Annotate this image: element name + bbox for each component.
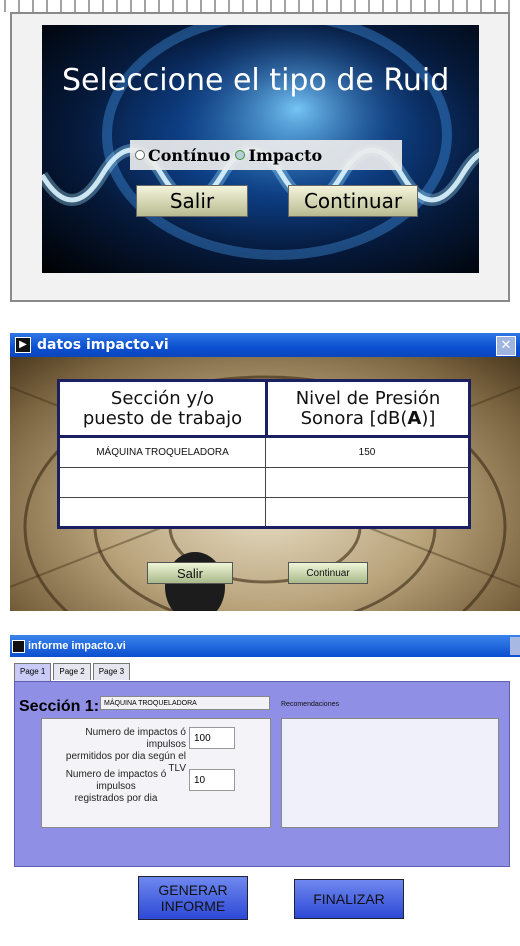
table-row: MÁQUINA TROQUELADORA 150: [60, 438, 468, 468]
impacts-box: Numero de impactos ó impulsos permitidos…: [41, 718, 271, 828]
top-border-dots: [4, 0, 516, 12]
continuar-button[interactable]: Continuar: [288, 185, 418, 217]
section-name-field[interactable]: MÁQUINA TROQUELADORA: [100, 696, 270, 710]
header-nivel-text-a: Sonora [dB(: [300, 407, 408, 429]
generar-informe-line1: GENERAR: [158, 882, 228, 898]
close-icon[interactable]: ✕: [496, 336, 516, 356]
header-nivel-line1: Nivel de Presión: [295, 387, 441, 409]
cell-seccion[interactable]: [60, 498, 266, 527]
header-seccion-line1: Sección y/o: [110, 387, 215, 409]
panel-title: Seleccione el tipo de Ruid: [62, 63, 450, 98]
permitted-impacts-label: Numero de impactos ó impulsos permitidos…: [46, 727, 186, 775]
window-titlebar: ▶ datos impacto.vi ✕: [10, 333, 520, 357]
recommendations-box[interactable]: [281, 718, 499, 828]
radio-continuo-label: Contínuo: [148, 145, 231, 165]
recorded-impacts-label: Numero de impactos ó impulsos registrado…: [46, 769, 186, 805]
radio-impacto[interactable]: Impacto: [230, 146, 322, 165]
tab-page-1[interactable]: Page 1: [14, 663, 52, 682]
generar-informe-line2: INFORME: [160, 898, 226, 914]
permitted-impacts-label-line1: Numero de impactos ó impulsos: [85, 727, 186, 750]
header-nivel-bold: A: [407, 407, 422, 429]
tab-page-3[interactable]: Page 3: [92, 663, 131, 680]
labview-icon: ▶: [15, 337, 31, 353]
header-seccion: Sección y/o puesto de trabajo: [60, 382, 268, 435]
section-label: Sección 1:: [19, 698, 100, 715]
cell-nivel[interactable]: [266, 498, 468, 527]
salir-button[interactable]: Salir: [147, 562, 233, 584]
tab-panel: Sección 1: MÁQUINA TROQUELADORA Recomend…: [14, 681, 510, 867]
window-title: informe impacto.vi: [28, 640, 126, 652]
table-row: [60, 498, 468, 527]
window-title: datos impacto.vi: [37, 337, 169, 353]
noise-type-radio-group: Contínuo Impacto: [130, 140, 402, 170]
cell-nivel[interactable]: 150: [266, 438, 468, 467]
cell-seccion[interactable]: [60, 468, 266, 497]
data-table: Sección y/o puesto de trabajo Nivel de P…: [57, 379, 471, 529]
table-row: [60, 468, 468, 498]
generar-informe-button[interactable]: GENERAR INFORME: [138, 876, 248, 920]
radio-impacto-label: Impacto: [248, 145, 323, 165]
radio-impacto-indicator[interactable]: [235, 150, 246, 160]
radio-continuo[interactable]: Contínuo: [130, 146, 230, 165]
close-icon[interactable]: [510, 637, 520, 655]
header-nivel: Nivel de Presión Sonora [dB(A)]: [268, 382, 468, 435]
salir-button[interactable]: Salir: [136, 185, 248, 217]
radio-continuo-indicator[interactable]: [135, 150, 145, 160]
recorded-impacts-label-line1: Numero de impactos ó impulsos: [65, 769, 167, 792]
recorded-impacts-label-line2: registrados por dia: [74, 793, 158, 804]
finalizar-button[interactable]: FINALIZAR: [294, 879, 404, 919]
tab-page-2[interactable]: Page 2: [53, 663, 91, 680]
informe-impacto-window: informe impacto.vi Page 1 Page 2 Page 3 …: [10, 635, 520, 946]
tab-bar: Page 1 Page 2 Page 3: [14, 663, 132, 682]
continuar-button[interactable]: Continuar: [288, 562, 368, 584]
cell-seccion[interactable]: MÁQUINA TROQUELADORA: [60, 438, 266, 467]
noise-type-panel: Seleccione el tipo de Ruid Contínuo Impa…: [42, 25, 479, 273]
datos-impacto-window: ▶ datos impacto.vi ✕ Sección y/o puesto …: [10, 333, 520, 611]
header-seccion-line2: puesto de trabajo: [82, 407, 243, 429]
labview-icon: [12, 639, 25, 653]
table-header-row: Sección y/o puesto de trabajo Nivel de P…: [60, 382, 468, 438]
permitted-impacts-field[interactable]: 100: [189, 727, 235, 749]
window-titlebar: informe impacto.vi: [10, 635, 520, 657]
window-body: Sección y/o puesto de trabajo Nivel de P…: [10, 357, 520, 611]
recorded-impacts-field[interactable]: 10: [189, 769, 235, 791]
noise-type-window: Seleccione el tipo de Ruid Contínuo Impa…: [4, 0, 516, 310]
cell-nivel[interactable]: [266, 468, 468, 497]
recommendations-label: Recomendaciones: [281, 701, 339, 708]
header-nivel-line2: Sonora [dB(A)]: [296, 407, 441, 429]
header-nivel-text-b: )]: [421, 407, 436, 429]
